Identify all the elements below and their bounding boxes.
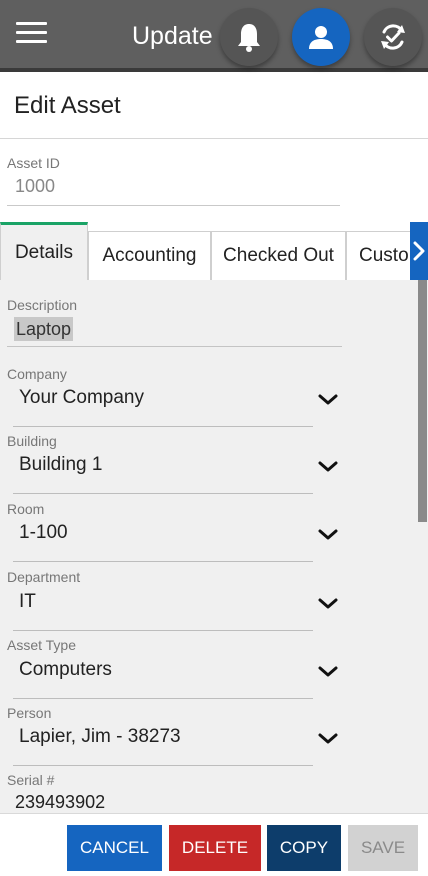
- serial-field[interactable]: 239493902: [15, 792, 105, 813]
- action-bar: CANCEL DELETE COPY SAVE: [0, 813, 428, 876]
- company-label: Company: [7, 366, 67, 382]
- asset-id-label: Asset ID: [7, 155, 60, 171]
- department-label: Department: [7, 569, 81, 585]
- building-label: Building: [7, 433, 57, 449]
- delete-button[interactable]: DELETE: [169, 825, 261, 871]
- user-account-button[interactable]: [292, 8, 350, 66]
- building-select[interactable]: Building 1: [13, 450, 343, 494]
- tab-bar: Details Accounting Checked Out Custo: [0, 222, 428, 280]
- room-select[interactable]: 1-100: [13, 518, 343, 562]
- person-value: Lapier, Jim - 38273: [19, 726, 181, 747]
- asset-type-label: Asset Type: [7, 637, 77, 653]
- building-value: Building 1: [19, 454, 103, 475]
- asset-id-underline: [7, 205, 340, 206]
- scrollbar-thumb[interactable]: [418, 280, 427, 522]
- page-title: Edit Asset: [14, 92, 121, 119]
- hamburger-menu-icon[interactable]: [16, 22, 48, 48]
- company-select[interactable]: Your Company: [13, 383, 343, 427]
- room-label: Room: [7, 501, 45, 517]
- tab-checked-out[interactable]: Checked Out: [211, 231, 346, 280]
- cancel-button[interactable]: CANCEL: [67, 825, 162, 871]
- notifications-button[interactable]: [220, 8, 278, 66]
- chevron-down-icon: [318, 394, 338, 405]
- building-underline: [13, 493, 313, 494]
- serial-label: Serial #: [7, 772, 55, 788]
- header-divider: [0, 138, 428, 139]
- description-label: Description: [7, 297, 78, 313]
- room-value: 1-100: [19, 522, 68, 543]
- description-field[interactable]: Laptop: [14, 317, 74, 341]
- description-underline: [7, 346, 342, 347]
- tab-custom[interactable]: Custo: [346, 231, 416, 280]
- chevron-down-icon: [318, 461, 338, 472]
- chevron-down-icon: [318, 598, 338, 609]
- bell-icon: [238, 24, 260, 52]
- top-app-bar: Update: [0, 0, 428, 72]
- asset-type-select[interactable]: Computers: [13, 655, 343, 699]
- chevron-down-icon: [318, 666, 338, 677]
- company-value: Your Company: [19, 387, 144, 408]
- department-value: IT: [19, 591, 36, 612]
- save-button[interactable]: SAVE: [348, 825, 418, 871]
- department-underline: [13, 630, 313, 631]
- chevron-down-icon: [318, 529, 338, 540]
- company-underline: [13, 426, 313, 427]
- person-underline: [13, 765, 313, 766]
- asset-type-value: Computers: [19, 659, 112, 680]
- chevron-down-icon: [318, 733, 338, 744]
- tab-scroll-right-button[interactable]: [410, 222, 428, 280]
- copy-button[interactable]: COPY: [267, 825, 341, 871]
- person-select[interactable]: Lapier, Jim - 38273: [13, 722, 343, 766]
- person-label: Person: [7, 705, 52, 721]
- sync-check-icon: [381, 24, 405, 50]
- asset-id-field: 1000: [15, 176, 56, 196]
- app-bar-title: Update: [132, 22, 213, 50]
- chevron-right-icon: [413, 241, 425, 261]
- sync-button[interactable]: [364, 8, 422, 66]
- asset-type-underline: [13, 698, 313, 699]
- tab-accounting[interactable]: Accounting: [88, 231, 211, 280]
- user-icon: [309, 26, 333, 49]
- department-select[interactable]: IT: [13, 587, 343, 631]
- tab-details[interactable]: Details: [0, 222, 88, 280]
- room-underline: [13, 561, 313, 562]
